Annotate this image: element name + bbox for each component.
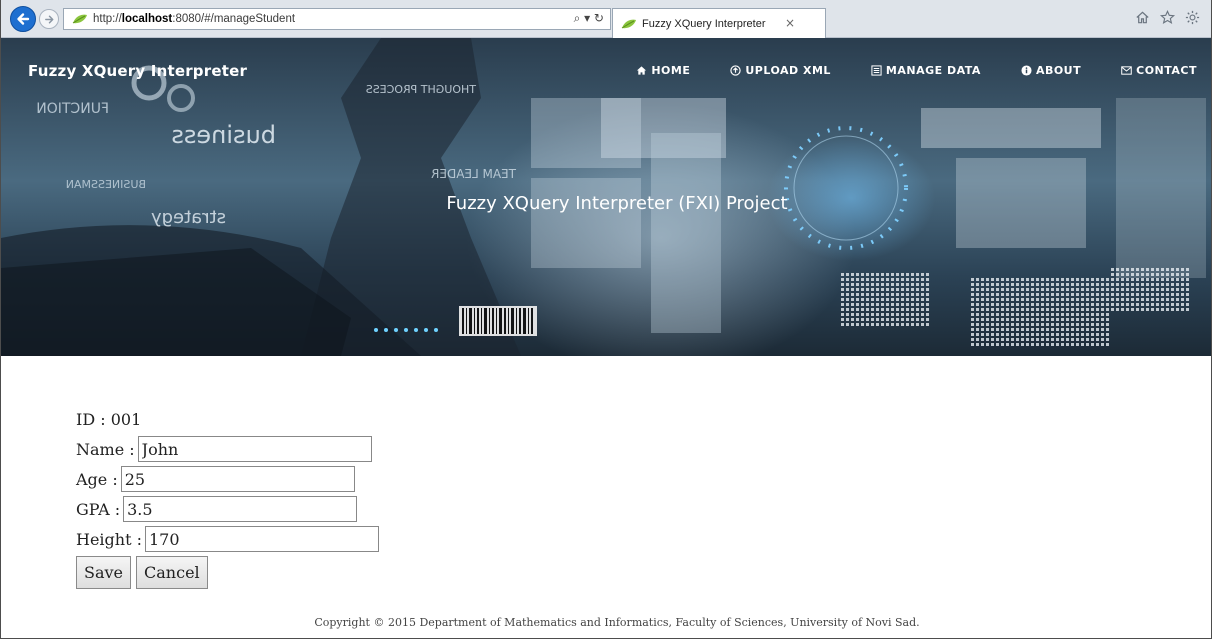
info-icon [1021, 65, 1032, 76]
save-button[interactable]: Save [76, 556, 132, 589]
browser-tab[interactable]: Fuzzy XQuery Interpreter × [612, 8, 826, 38]
gpa-label: GPA : [76, 499, 121, 519]
envelope-icon [1121, 66, 1132, 75]
home-icon[interactable] [1134, 9, 1151, 26]
back-button[interactable] [10, 6, 36, 32]
name-input[interactable] [137, 436, 372, 462]
nav-manage-label: MANAGE DATA [885, 64, 981, 77]
name-row: Name : [76, 434, 379, 464]
leaf-favicon-icon [72, 14, 87, 24]
nav-contact-label: CONTACT [1136, 64, 1197, 77]
height-row: Height : [76, 524, 379, 554]
nav-about[interactable]: ABOUT [1021, 64, 1081, 77]
arrow-left-icon [17, 13, 30, 25]
form-buttons: Save Cancel [76, 556, 379, 589]
forward-button[interactable] [39, 9, 59, 29]
nav-about-label: ABOUT [1035, 64, 1082, 77]
height-input[interactable] [145, 526, 379, 552]
upload-icon [730, 65, 742, 76]
nav-contact[interactable]: CONTACT [1121, 64, 1197, 77]
address-tools[interactable]: ⌕ ▾ ↻ [574, 11, 604, 26]
id-row: ID : 001 [76, 404, 379, 434]
home-icon [637, 66, 647, 75]
tab-title: Fuzzy XQuery Interpreter [642, 17, 766, 30]
nav-upload-label: UPLOAD XML [745, 64, 831, 77]
name-label: Name : [76, 439, 135, 459]
nav-home[interactable]: HOME [636, 64, 690, 77]
id-label: ID : 001 [76, 409, 142, 429]
age-label: Age : [76, 469, 118, 489]
main-nav: HOME UPLOAD XML MANAGE DATA ABOUT CONTAC… [596, 64, 1197, 77]
svg-text:BUSINESSMAN: BUSINESSMAN [66, 178, 146, 191]
browser-toolbar: http://localhost:8080/#/manageStudent ⌕ … [1, 0, 1211, 38]
browser-window: http://localhost:8080/#/manageStudent ⌕ … [0, 0, 1212, 639]
browser-icons [1134, 9, 1201, 26]
url-text: http://localhost:8080/#/manageStudent [93, 13, 296, 25]
list-icon [871, 65, 882, 76]
nav-upload-xml[interactable]: UPLOAD XML [730, 64, 831, 77]
svg-text:TEAM LEADER: TEAM LEADER [431, 167, 517, 181]
gpa-input[interactable] [123, 496, 358, 522]
height-label: Height : [76, 529, 142, 549]
header-banner: THOUGHT PROCESS FUNCTION business BUSINE… [1, 38, 1211, 356]
student-form: ID : 001 Name : Age : GPA : Height : Sav… [76, 404, 379, 589]
gear-icon[interactable] [1184, 9, 1201, 26]
star-icon[interactable] [1159, 9, 1176, 26]
svg-text:business: business [171, 121, 276, 149]
arrow-right-icon [44, 15, 53, 23]
footer-copyright: Copyright © 2015 Department of Mathemati… [314, 616, 920, 629]
brand-logo[interactable]: Fuzzy XQuery Interpreter [28, 62, 247, 80]
hero-title: Fuzzy XQuery Interpreter (FXI) Project [446, 193, 788, 214]
gpa-row: GPA : [76, 494, 379, 524]
cancel-button[interactable]: Cancel [136, 556, 208, 589]
nav-manage-data[interactable]: MANAGE DATA [871, 64, 981, 77]
age-input[interactable] [120, 466, 355, 492]
address-bar[interactable]: http://localhost:8080/#/manageStudent ⌕ … [63, 8, 611, 30]
age-row: Age : [76, 464, 379, 494]
leaf-favicon-icon [621, 19, 636, 28]
svg-text:THOUGHT PROCESS: THOUGHT PROCESS [366, 83, 477, 96]
nav-home-label: HOME [651, 64, 691, 77]
svg-text:FUNCTION: FUNCTION [36, 101, 109, 117]
tab-close-button[interactable]: × [785, 16, 795, 30]
